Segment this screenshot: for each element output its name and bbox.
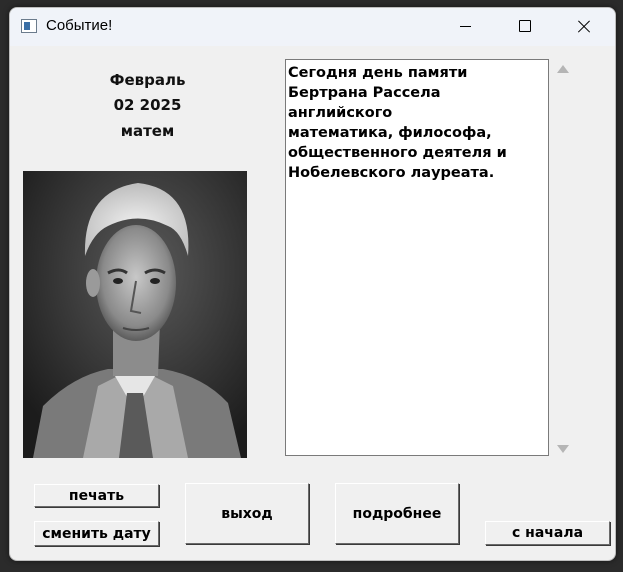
event-date: 02 2025 <box>113 96 182 114</box>
details-button[interactable]: подробнее <box>335 483 459 544</box>
close-icon[interactable] <box>560 8 606 46</box>
change-date-button[interactable]: сменить дату <box>34 521 159 546</box>
maximize-icon[interactable] <box>500 8 546 46</box>
portrait-photo <box>23 171 247 458</box>
exit-button[interactable]: выход <box>185 483 309 544</box>
event-category: матем <box>120 122 175 140</box>
title-bar[interactable]: Событие! <box>10 8 615 46</box>
minimize-icon[interactable] <box>442 8 488 46</box>
event-description[interactable]: Сегодня день памяти Бертрана Рассела анг… <box>285 59 549 456</box>
window-title: Событие! <box>46 17 113 34</box>
scroll-up-arrow-icon[interactable] <box>557 65 569 73</box>
event-month: Февраль <box>109 71 186 89</box>
print-button[interactable]: печать <box>34 484 159 507</box>
scroll-down-arrow-icon[interactable] <box>557 445 569 453</box>
event-window: Событие! Февраль 02 2025 матем Сегодня д… <box>9 7 616 561</box>
restart-button[interactable]: с начала <box>485 521 610 545</box>
app-window-icon <box>21 19 37 33</box>
